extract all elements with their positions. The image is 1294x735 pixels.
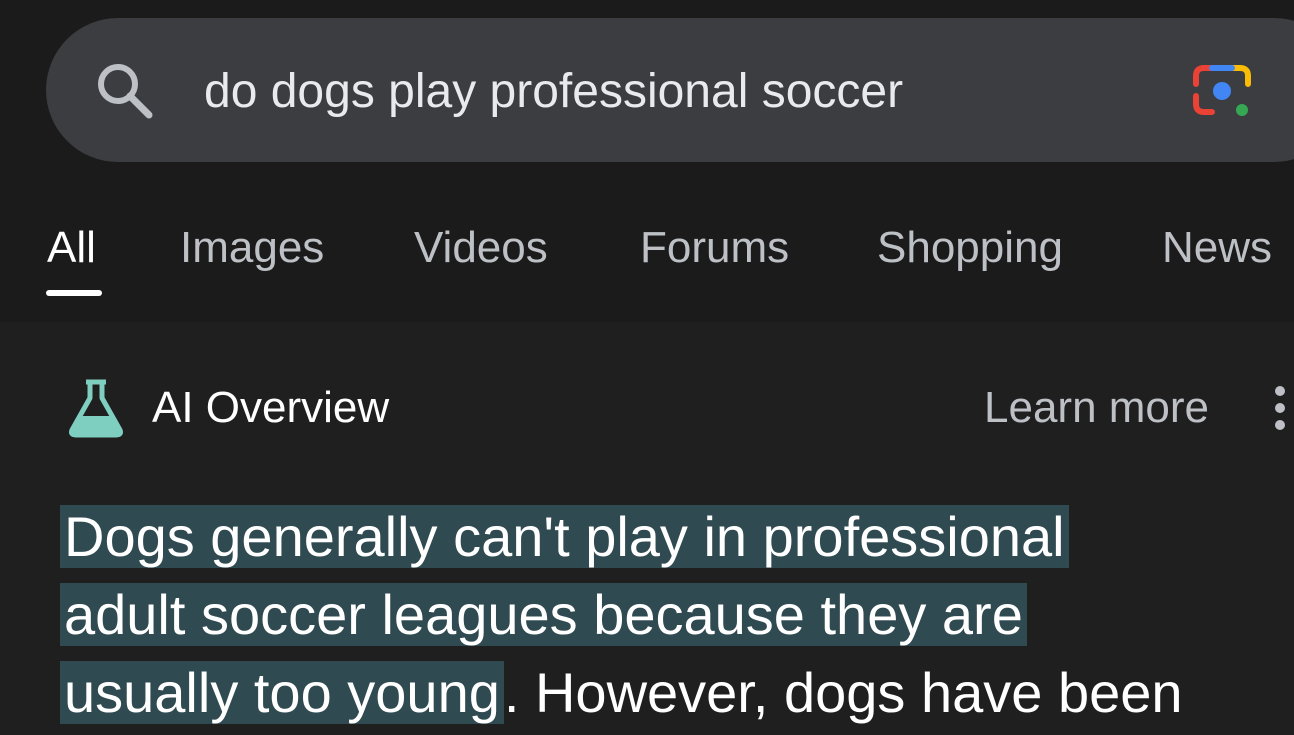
answer-line: adult soccer leagues because they are	[60, 576, 1027, 654]
tab-images[interactable]: Images	[180, 222, 324, 274]
answer-highlight: usually too young	[60, 661, 504, 724]
google-lens-icon[interactable]	[1190, 60, 1254, 120]
more-vert-icon[interactable]	[1270, 386, 1290, 432]
answer-line: Dogs generally can't play in professiona…	[60, 498, 1069, 576]
answer-highlight: adult soccer leagues because they are	[60, 583, 1027, 646]
answer-line: usually too young. However, dogs have be…	[60, 654, 1183, 732]
answer-text: . However, dogs have been	[503, 661, 1183, 724]
tab-shopping[interactable]: Shopping	[877, 222, 1063, 274]
flask-icon	[69, 379, 123, 438]
learn-more-link[interactable]: Learn more	[984, 383, 1209, 433]
search-results-page: do dogs play professional soccer All Ima…	[0, 0, 1294, 735]
active-tab-indicator	[46, 290, 102, 296]
tab-videos[interactable]: Videos	[414, 222, 548, 274]
tab-all[interactable]: All	[47, 222, 96, 274]
search-input[interactable]: do dogs play professional soccer	[204, 64, 903, 120]
ai-overview-title: AI Overview	[152, 383, 390, 432]
answer-highlight: Dogs generally can't play in professiona…	[60, 505, 1069, 568]
tab-news[interactable]: News	[1162, 222, 1272, 274]
tab-forums[interactable]: Forums	[640, 222, 789, 274]
search-icon[interactable]	[94, 60, 154, 120]
